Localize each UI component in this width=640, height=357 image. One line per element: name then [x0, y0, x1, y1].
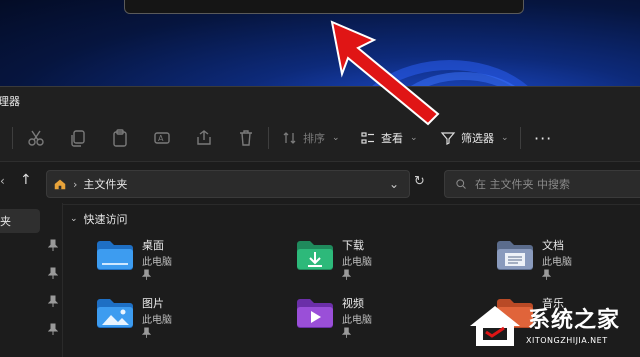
view-icon: [361, 132, 374, 144]
chevron-down-icon: ⌄: [501, 133, 509, 143]
refresh-icon[interactable]: ↻: [414, 174, 425, 189]
pin-icon: [48, 239, 58, 251]
documents-folder-icon: [497, 241, 533, 270]
folder-tile-downloads[interactable]: 下载 此电脑: [266, 233, 446, 283]
folder-name: 文档: [542, 239, 564, 252]
folder-location: 此电脑: [142, 315, 172, 326]
back-arrow-icon[interactable]: ‹: [0, 174, 5, 188]
folder-name: 图片: [142, 297, 164, 310]
share-icon[interactable]: [194, 128, 214, 148]
folder-tile-documents[interactable]: 文档 此电脑: [466, 233, 640, 283]
folder-name: 下载: [342, 239, 364, 252]
chevron-down-icon[interactable]: ⌄: [389, 177, 399, 191]
folder-location: 此电脑: [342, 257, 372, 268]
search-placeholder: 在 主文件夹 中搜索: [475, 178, 570, 191]
svg-text:A: A: [158, 134, 164, 143]
search-input[interactable]: 在 主文件夹 中搜索: [444, 170, 640, 198]
pin-icon: [48, 323, 58, 335]
sidebar-item-label: 夹: [0, 215, 11, 228]
window-title: 理器: [0, 95, 20, 108]
paste-icon[interactable]: [110, 128, 130, 148]
sidebar-item-home[interactable]: 夹: [0, 209, 40, 233]
view-label: 查看: [381, 132, 403, 145]
pin-icon: [48, 267, 58, 279]
sort-icon: [283, 132, 296, 144]
cut-icon[interactable]: [26, 128, 46, 148]
sort-button[interactable]: 排序 ⌄: [282, 127, 340, 149]
folder-name: 视频: [342, 297, 364, 310]
rename-icon[interactable]: A: [152, 128, 172, 148]
filter-icon: [440, 132, 456, 145]
pin-icon: [142, 269, 151, 280]
folder-location: 此电脑: [342, 315, 372, 326]
search-icon: [456, 179, 466, 189]
chevron-down-icon: ⌄: [70, 214, 78, 224]
quick-access-header[interactable]: ⌄ 快速访问: [70, 211, 128, 227]
watermark-title: 系统之家: [528, 308, 621, 333]
quick-access-label: 快速访问: [83, 213, 128, 226]
folder-name: 桌面: [142, 239, 164, 252]
red-arrow-annotation: [330, 20, 440, 126]
toolbar-divider: [268, 127, 269, 149]
folder-tile-pictures[interactable]: 图片 此电脑: [66, 291, 246, 341]
pin-icon: [342, 327, 351, 338]
filter-label: 筛选器: [461, 132, 494, 145]
copy-icon[interactable]: [68, 128, 88, 148]
downloads-folder-icon: [297, 241, 333, 270]
up-arrow-icon[interactable]: ↑: [20, 172, 32, 188]
folder-location: 此电脑: [542, 257, 572, 268]
pin-icon: [342, 269, 351, 280]
floating-window-edge[interactable]: [124, 0, 524, 14]
toolbar-divider: [520, 127, 521, 149]
filter-button[interactable]: 筛选器 ⌄: [440, 127, 509, 149]
pictures-folder-icon: [97, 299, 133, 328]
home-icon: [54, 179, 66, 190]
chevron-down-icon: ⌄: [332, 133, 340, 143]
watermark-url: XITONGZHIJIA.NET: [526, 336, 608, 345]
pin-icon: [142, 327, 151, 338]
chevron-right-icon: ›: [73, 177, 78, 191]
toolbar-divider: [12, 127, 13, 149]
site-watermark: 系统之家 XITONGZHIJIA.NET: [466, 300, 634, 354]
videos-folder-icon: [297, 299, 333, 328]
sort-label: 排序: [303, 132, 325, 145]
address-path: 主文件夹: [83, 178, 128, 191]
delete-icon[interactable]: [236, 128, 256, 148]
folder-location: 此电脑: [142, 257, 172, 268]
folder-tile-desktop[interactable]: 桌面 此电脑: [66, 233, 246, 283]
desktop-folder-icon: [97, 241, 133, 270]
watermark-logo: [470, 306, 520, 346]
folder-tile-videos[interactable]: 视频 此电脑: [266, 291, 446, 341]
more-options-icon[interactable]: ···: [534, 127, 552, 149]
pin-icon: [542, 269, 551, 280]
address-bar[interactable]: › 主文件夹 ⌄: [46, 170, 410, 198]
view-button[interactable]: 查看 ⌄: [360, 127, 418, 149]
address-row: ‹ ↑ › 主文件夹 ⌄ ↻ 在 主文件夹 中搜索: [0, 162, 640, 205]
pin-icon: [48, 295, 58, 307]
chevron-down-icon: ⌄: [410, 133, 418, 143]
navigation-pane: 夹: [0, 203, 63, 357]
